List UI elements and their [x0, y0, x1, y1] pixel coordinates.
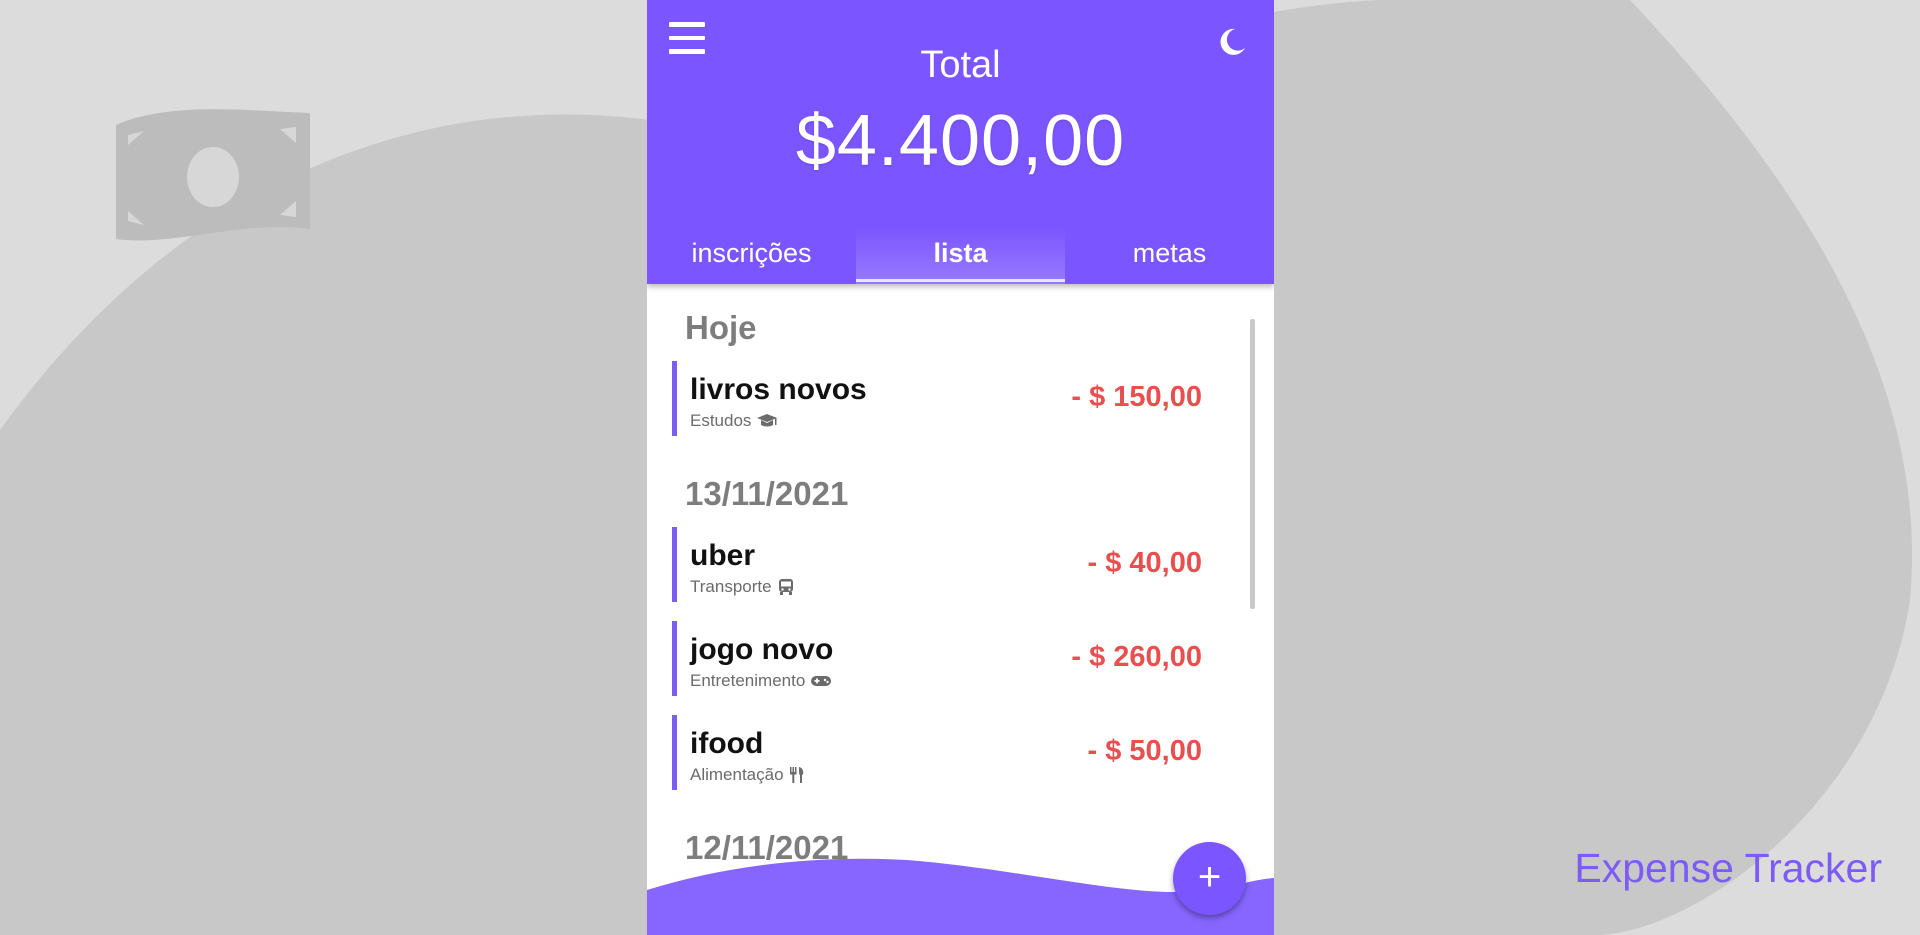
item-name: ifood — [690, 727, 764, 760]
money-bill-icon — [116, 109, 310, 241]
item-amount: - $ 50,00 — [1087, 735, 1202, 767]
app-title: Expense Tracker — [1574, 845, 1882, 891]
group-header-today: Hoje — [685, 309, 757, 346]
item-name: uber — [690, 539, 756, 572]
item-amount: - $ 260,00 — [1071, 641, 1202, 673]
item-category: Transporte — [690, 577, 795, 597]
item-name: jogo novo — [690, 633, 834, 666]
total-value: $4.400,00 — [795, 101, 1126, 181]
item-amount: - $ 150,00 — [1071, 381, 1202, 413]
item-name: livros novos — [690, 373, 867, 406]
item-category: Alimentação — [690, 765, 805, 785]
item-category-label: Transporte — [690, 577, 772, 596]
item-category: Entretenimento — [690, 671, 832, 691]
phone-frame: Total $4.400,00 inscrições lista metas H… — [647, 0, 1274, 935]
expense-list: Hoje livros novos Estudos - $ 150,00 13/… — [647, 284, 1274, 935]
gamepad-icon — [811, 676, 832, 686]
header: Total $4.400,00 inscrições lista metas — [647, 0, 1274, 284]
tab-bar: inscrições lista metas — [647, 227, 1274, 284]
list-item[interactable]: ifood Alimentação - $ 50,00 — [672, 715, 1202, 790]
list-item[interactable]: uber Transporte - $ 40,00 — [672, 527, 1202, 602]
group-header-date: 13/11/2021 — [685, 475, 849, 512]
item-category-label: Entretenimento — [690, 671, 806, 690]
item-accent-bar — [672, 361, 677, 436]
list-item[interactable]: jogo novo Entretenimento - $ 260,00 — [672, 621, 1202, 696]
item-category-label: Alimentação — [690, 765, 784, 784]
graduation-cap-icon — [757, 414, 778, 427]
item-category: Estudos — [690, 411, 778, 431]
utensils-icon — [789, 767, 803, 783]
total-label: Total — [920, 44, 1001, 86]
item-accent-bar — [672, 621, 677, 696]
tab-inscricoes[interactable]: inscrições — [647, 227, 856, 284]
tab-lista[interactable]: lista — [856, 227, 1065, 284]
tab-metas[interactable]: metas — [1065, 227, 1274, 284]
add-expense-button[interactable]: + — [1173, 842, 1246, 915]
bus-icon — [778, 579, 793, 595]
item-category-label: Estudos — [690, 411, 752, 430]
item-amount: - $ 40,00 — [1087, 547, 1202, 579]
item-accent-bar — [672, 715, 677, 790]
item-accent-bar — [672, 527, 677, 602]
list-scrollbar[interactable] — [1250, 319, 1255, 609]
list-item[interactable]: livros novos Estudos - $ 150,00 — [672, 361, 1202, 436]
